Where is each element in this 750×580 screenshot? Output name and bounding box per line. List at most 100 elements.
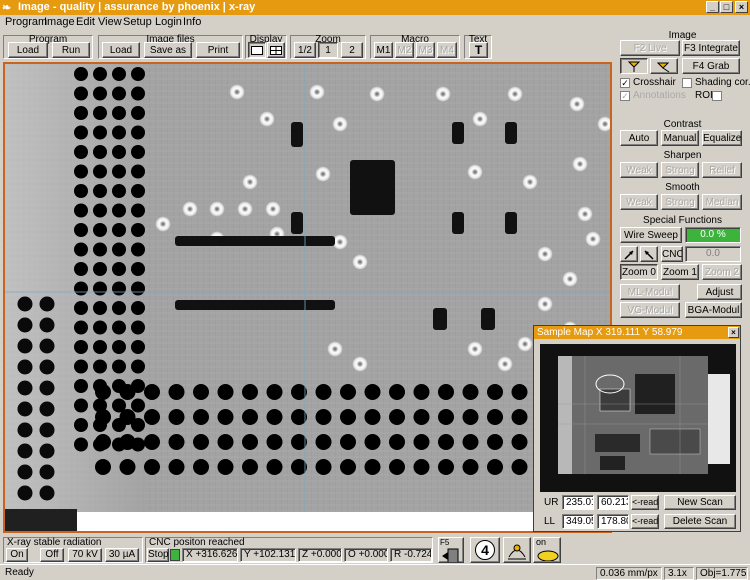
close-button[interactable]: × <box>735 1 748 13</box>
zoom2-button[interactable]: Zoom 2 <box>702 264 742 280</box>
ll-x-field[interactable]: 349.05 <box>562 514 594 529</box>
cnc-ready-indicator <box>170 549 180 561</box>
roi-checkbox[interactable] <box>712 91 722 101</box>
ml-modul-button[interactable]: ML-Modul <box>620 284 680 300</box>
macro-m3-button[interactable]: M3 <box>416 42 435 58</box>
smooth-strong-button[interactable]: Strong <box>661 194 699 210</box>
menu-setup[interactable]: Setup <box>123 16 152 28</box>
solder-ball <box>93 184 107 198</box>
crosshair-label: Crosshair <box>633 77 676 88</box>
contrast-auto-button[interactable]: Auto <box>620 130 658 146</box>
f5-exit-button[interactable]: F5 <box>438 537 464 563</box>
ur-read-button[interactable]: <-read <box>631 495 659 510</box>
xray-status-label: X-ray stable radiation <box>7 537 102 548</box>
annotations-checkbox[interactable]: ✓ <box>620 91 630 101</box>
zoom0-button[interactable]: Zoom 0 <box>620 264 658 280</box>
stop-button[interactable]: Stop <box>147 548 169 562</box>
ua-value-button[interactable]: 30 µA <box>105 548 139 562</box>
solder-ball <box>112 340 126 354</box>
new-scan-button[interactable]: New Scan <box>664 495 736 510</box>
menu-login[interactable]: Login <box>155 16 182 28</box>
vg-modul-button[interactable]: VG-Modul <box>620 302 680 318</box>
menu-image[interactable]: Image <box>44 16 75 28</box>
door-exit-icon <box>442 548 459 562</box>
view-mode-a-button[interactable] <box>620 58 648 74</box>
ur-x-field[interactable]: 235.01 <box>562 495 594 510</box>
zoom-one-button[interactable]: 1 <box>318 42 338 58</box>
grid-view-button[interactable] <box>267 42 285 58</box>
menu-view[interactable]: View <box>98 16 122 28</box>
lamp-on-button[interactable]: on <box>533 537 561 563</box>
program-load-button[interactable]: Load <box>8 42 48 58</box>
menu-edit[interactable]: Edit <box>76 16 95 28</box>
sample-map-image[interactable] <box>540 344 736 492</box>
solder-ball <box>39 317 55 333</box>
f3-integrate-button[interactable]: F3 Integrate <box>682 40 740 56</box>
solder-ball <box>131 164 145 179</box>
solder-ball <box>74 125 88 140</box>
bga-ball <box>511 459 528 475</box>
bga-ball <box>438 434 454 450</box>
sharpen-strong-button[interactable]: Strong <box>661 162 699 178</box>
shading-cor-checkbox[interactable] <box>682 78 692 88</box>
save-as-button[interactable]: Save as <box>144 42 192 58</box>
menu-program[interactable]: Program <box>5 16 47 28</box>
maximize-button[interactable]: □ <box>720 1 733 13</box>
status-zoom: 3.1x <box>664 567 694 580</box>
cnc-value: 0.0 <box>685 246 741 262</box>
cnc-move-b-button[interactable] <box>640 246 658 262</box>
kv-value-button[interactable]: 70 kV <box>68 548 102 562</box>
ur-y-field[interactable]: 60.213 <box>597 495 629 510</box>
solder-ball <box>131 340 145 354</box>
x-position-value: +316.626 <box>195 549 238 560</box>
delete-scan-button[interactable]: Delete Scan <box>664 514 736 529</box>
cnc-button[interactable]: CNC <box>661 246 683 262</box>
solder-ball <box>112 320 126 335</box>
single-view-button[interactable] <box>248 42 266 58</box>
program-run-button[interactable]: Run <box>52 42 90 58</box>
wire-sweep-button[interactable]: Wire Sweep <box>620 227 682 243</box>
bga-modul-button[interactable]: BGA-Modul <box>685 302 742 318</box>
menu-info[interactable]: Info <box>183 16 201 28</box>
cnc-move-a-button[interactable] <box>620 246 638 262</box>
image-load-button[interactable]: Load <box>102 42 140 58</box>
zoom-half-button[interactable]: 1/2 <box>294 42 316 58</box>
crosshair-checkbox[interactable]: ✓ <box>620 78 630 88</box>
zoom-two-button[interactable]: 2 <box>341 42 363 58</box>
macro-m1-button[interactable]: M1 <box>374 42 393 58</box>
view-mode-b-button[interactable] <box>650 58 678 74</box>
solder-ball <box>39 422 55 438</box>
xray-off-button[interactable]: Off <box>40 548 64 562</box>
counter-four-button[interactable]: 4 <box>470 537 500 563</box>
wizard-button[interactable] <box>503 537 531 563</box>
minimize-button[interactable]: _ <box>706 1 719 13</box>
text-tool-button[interactable]: T <box>469 42 488 58</box>
zoom1-button[interactable]: Zoom 1 <box>661 264 699 280</box>
macro-m2-button[interactable]: M2 <box>395 42 414 58</box>
sample-map-close-button[interactable]: × <box>728 327 739 338</box>
smd-component <box>452 212 464 234</box>
bga-ball <box>168 459 185 475</box>
bga-ball <box>413 384 430 400</box>
smooth-weak-button[interactable]: Weak <box>620 194 658 210</box>
f4-grab-button[interactable]: F4 Grab <box>682 58 740 74</box>
print-button[interactable]: Print <box>196 42 240 58</box>
f2-live-button[interactable]: F2 Live <box>620 40 680 56</box>
status-objective: Obj=1.775 mm <box>696 567 750 580</box>
bga-ball <box>511 434 528 450</box>
solder-ball <box>74 242 88 257</box>
bga-ball <box>389 384 405 400</box>
bga-ball <box>413 409 430 425</box>
contrast-manual-button[interactable]: Manual <box>661 130 699 146</box>
ll-read-button[interactable]: <-read <box>631 514 659 529</box>
xray-on-button[interactable]: On <box>6 548 28 562</box>
solder-ball <box>112 125 126 140</box>
smooth-median-button[interactable]: Median <box>702 194 742 210</box>
contrast-equalize-button[interactable]: Equalize <box>702 130 742 146</box>
sharpen-weak-button[interactable]: Weak <box>620 162 658 178</box>
macro-m4-button[interactable]: M4 <box>437 42 457 58</box>
adjust-button[interactable]: Adjust <box>697 284 742 300</box>
ll-y-field[interactable]: 178.80 <box>597 514 629 529</box>
sharpen-relief-button[interactable]: Relief <box>702 162 742 178</box>
xray-image-viewport[interactable] <box>3 62 612 533</box>
